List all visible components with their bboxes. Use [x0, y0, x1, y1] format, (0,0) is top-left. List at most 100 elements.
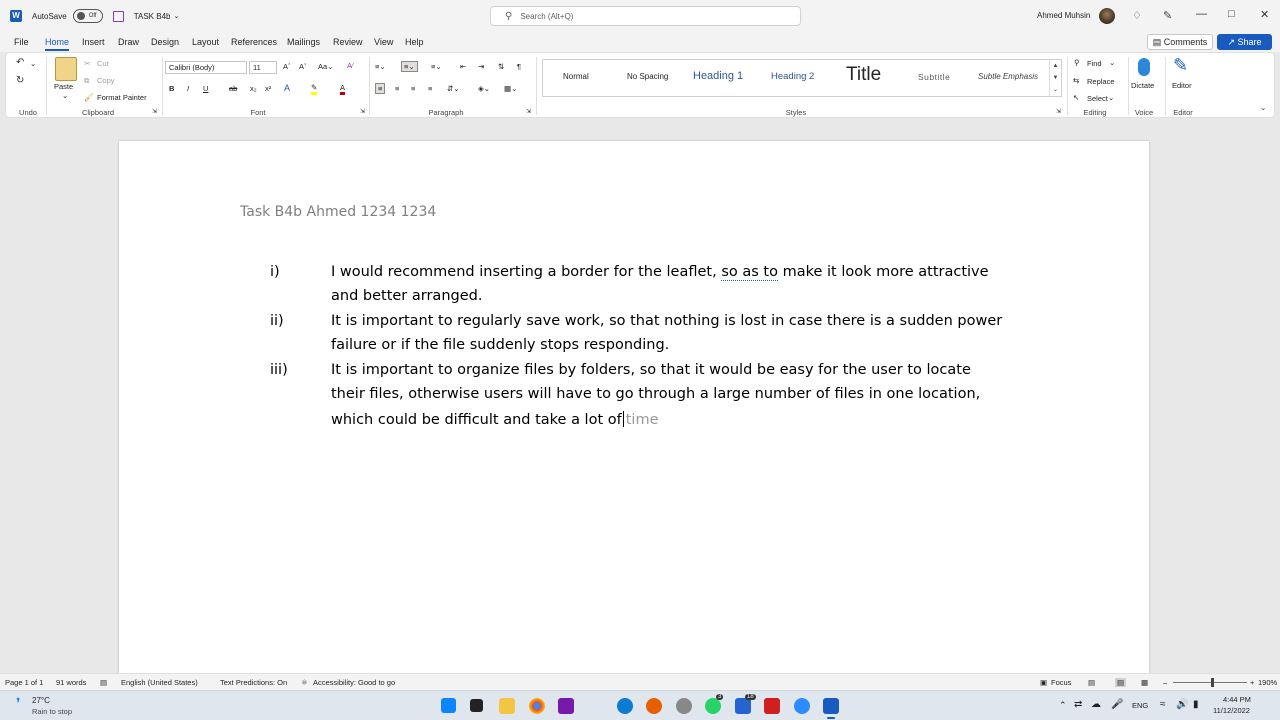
- strikethrough-icon[interactable]: ab: [229, 84, 237, 93]
- page-indicator[interactable]: Page 1 of 1: [5, 678, 43, 687]
- list-number[interactable]: i): [270, 264, 280, 280]
- editor-icon[interactable]: ✎: [1173, 55, 1188, 76]
- style-subtle-emphasis[interactable]: Subtle Emphasis: [978, 72, 1044, 81]
- multilevel-list-icon[interactable]: ≡⌄: [431, 62, 442, 71]
- find-button[interactable]: Find: [1087, 59, 1102, 68]
- text-predictions[interactable]: Text Predictions: On: [220, 678, 287, 687]
- borders-icon[interactable]: ▦⌄: [504, 84, 517, 93]
- focus-button[interactable]: Focus: [1051, 678, 1071, 687]
- cut-button[interactable]: Cut: [97, 59, 109, 68]
- align-right-icon[interactable]: ≡: [411, 84, 415, 93]
- paste-dropdown-icon[interactable]: ⌄: [62, 91, 68, 100]
- superscript-icon[interactable]: x²: [265, 84, 271, 93]
- weather-temp[interactable]: 27°C: [32, 696, 50, 705]
- grammar-suggestion[interactable]: so as to: [721, 264, 778, 281]
- tab-layout[interactable]: Layout: [192, 37, 219, 47]
- minimize-icon[interactable]: —: [1196, 8, 1207, 20]
- zoom-out-icon[interactable]: –: [1163, 678, 1167, 687]
- change-case-icon[interactable]: Aa⌄: [318, 62, 333, 71]
- show-formatting-icon[interactable]: ¶: [517, 62, 521, 71]
- shading-icon[interactable]: ◈⌄: [478, 84, 490, 93]
- style-no-spacing[interactable]: No Spacing: [627, 72, 668, 81]
- tab-insert[interactable]: Insert: [82, 37, 105, 47]
- microphone-icon[interactable]: [1138, 58, 1150, 76]
- document-heading[interactable]: Task B4b Ahmed 1234 1234: [240, 204, 436, 220]
- numbering-icon[interactable]: ≡⌄: [401, 61, 418, 72]
- list-item-text[interactable]: It is important to organize files by fol…: [331, 362, 971, 378]
- accessibility-status[interactable]: Accessibility: Good to go: [313, 678, 395, 687]
- edge-icon[interactable]: [617, 698, 633, 714]
- shrink-font-icon[interactable]: Aˇ: [299, 62, 307, 71]
- text-prediction[interactable]: time: [626, 412, 659, 428]
- list-item-text[interactable]: failure or if the file suddenly stops re…: [331, 337, 669, 353]
- tab-file[interactable]: File: [14, 37, 29, 47]
- font-name-select[interactable]: Calibri (Body): [165, 61, 247, 74]
- acrobat-icon[interactable]: [764, 698, 780, 714]
- network-sync-icon[interactable]: ⇄: [1074, 699, 1082, 710]
- app-icon[interactable]: [676, 698, 692, 714]
- language-tray[interactable]: ENG: [1132, 701, 1148, 710]
- web-layout-icon[interactable]: ▦: [1141, 678, 1148, 687]
- select-button[interactable]: Select: [1087, 94, 1108, 103]
- find-dropdown-icon[interactable]: ⌄: [1109, 58, 1115, 67]
- zoom-level[interactable]: 190%: [1258, 678, 1277, 687]
- highlight-icon[interactable]: ✎: [311, 83, 318, 95]
- zoom-slider[interactable]: [1173, 682, 1247, 683]
- undo-icon[interactable]: ↶: [16, 57, 24, 68]
- close-icon[interactable]: ✕: [1260, 8, 1269, 21]
- restore-icon[interactable]: □: [1228, 8, 1235, 20]
- list-item-text[interactable]: It is important to regularly save work, …: [331, 313, 1002, 329]
- firefox-icon[interactable]: [646, 698, 662, 714]
- whatsapp-icon[interactable]: [705, 698, 721, 714]
- autosave-toggle[interactable]: Off: [72, 9, 103, 23]
- line-spacing-icon[interactable]: ⇵⌄: [447, 84, 460, 93]
- subscript-icon[interactable]: x₂: [250, 84, 257, 93]
- style-subtitle[interactable]: Subtitle: [918, 72, 950, 82]
- tab-help[interactable]: Help: [405, 37, 424, 47]
- file-explorer-icon[interactable]: [499, 698, 515, 714]
- styles-scroll[interactable]: ▲ ▼ ⌄: [1049, 60, 1061, 96]
- list-number[interactable]: iii): [270, 362, 288, 378]
- redo-icon[interactable]: ↻: [16, 75, 24, 86]
- paste-icon[interactable]: [55, 57, 77, 81]
- chrome-icon[interactable]: [529, 698, 545, 714]
- word-count[interactable]: 91 words: [56, 678, 86, 687]
- language-indicator[interactable]: English (United States): [121, 678, 198, 687]
- align-left-icon[interactable]: ≡: [375, 83, 386, 94]
- paragraph-launcher-icon[interactable]: ⇲: [526, 108, 531, 115]
- list-item-text[interactable]: and better arranged.: [331, 288, 482, 304]
- tab-draw[interactable]: Draw: [118, 37, 139, 47]
- clipboard-launcher-icon[interactable]: ⇲: [152, 108, 157, 115]
- share-button[interactable]: ↗ Share: [1217, 34, 1272, 50]
- clock-time[interactable]: 4:44 PM: [1223, 695, 1251, 704]
- list-item-text[interactable]: their files, otherwise users will have t…: [331, 386, 980, 402]
- style-heading-2[interactable]: Heading 2: [771, 71, 814, 82]
- battery-icon[interactable]: ▮: [1193, 699, 1199, 710]
- save-icon[interactable]: [112, 10, 124, 22]
- grow-font-icon[interactable]: Aˆ: [283, 62, 291, 71]
- italic-icon[interactable]: I: [187, 84, 189, 93]
- todo-icon[interactable]: [735, 698, 751, 714]
- format-painter-button[interactable]: Format Painter: [97, 93, 147, 102]
- editor-button[interactable]: Editor: [1172, 81, 1192, 90]
- list-number[interactable]: ii): [270, 313, 284, 329]
- clear-formatting-icon[interactable]: A∕: [347, 61, 353, 70]
- tab-view[interactable]: View: [374, 37, 393, 47]
- comments-button[interactable]: ▤ Comments: [1147, 34, 1213, 50]
- task-view-icon[interactable]: [470, 699, 483, 712]
- text-effects-icon[interactable]: A: [284, 83, 290, 93]
- cloud-icon[interactable]: ☁: [1091, 699, 1101, 710]
- diamond-icon[interactable]: ♢: [1132, 9, 1142, 22]
- tab-design[interactable]: Design: [151, 37, 179, 47]
- wifi-icon[interactable]: ≈: [1160, 699, 1166, 710]
- font-size-select[interactable]: 11: [249, 61, 277, 74]
- style-heading-1[interactable]: Heading 1: [693, 70, 743, 82]
- dictate-button[interactable]: Dictate: [1131, 81, 1154, 90]
- volume-icon[interactable]: 🔊: [1176, 699, 1188, 710]
- start-windows-icon[interactable]: [441, 698, 456, 713]
- sort-icon[interactable]: ⇅: [498, 62, 504, 71]
- user-name[interactable]: Ahmed Muhsin: [1037, 11, 1090, 20]
- copy-button[interactable]: Copy: [97, 76, 115, 85]
- tab-review[interactable]: Review: [333, 37, 363, 47]
- document-name[interactable]: TASK B4b: [134, 12, 171, 21]
